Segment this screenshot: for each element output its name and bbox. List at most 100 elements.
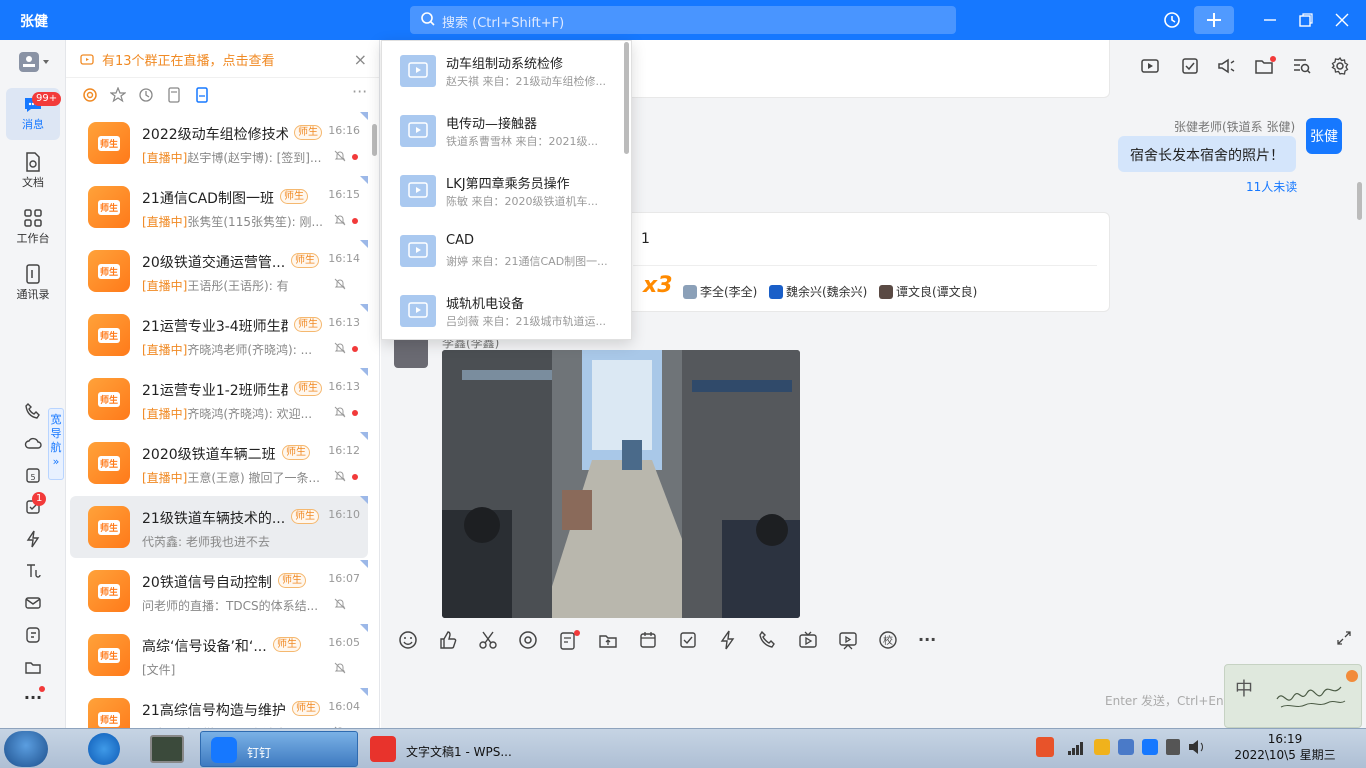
conversation-item[interactable]: 师生 21级铁道车辆技术的... 师生 16:10 代芮鑫: 老师我也进不去 bbox=[70, 496, 368, 558]
taskbar-app-wps[interactable]: 文字文稿1 - WPS... bbox=[364, 731, 518, 767]
school-icon[interactable]: 校 bbox=[878, 630, 898, 654]
message-bubble-right[interactable]: 宿舍长发本宿舍的照片！ bbox=[1118, 136, 1296, 172]
conversation-name: 高综‘信号设备’和‘... bbox=[142, 639, 267, 655]
conversation-item[interactable]: 师生 21运营专业1-2班师生群 师生 16:13 [直播中]齐晓鸿(齐晓鸿): 欢迎.… bbox=[70, 368, 368, 430]
conversation-item[interactable]: 师生 20铁道信号自动控制 师生 16:07 问老师的直播：TDCS的体系结... bbox=[70, 560, 368, 622]
flash-message-icon[interactable] bbox=[718, 630, 738, 654]
rail-item-contacts[interactable]: 通讯录 bbox=[6, 264, 60, 302]
system-clock[interactable]: 16:19 2022\10\5 星期三 bbox=[1232, 731, 1338, 763]
maximize-icon[interactable] bbox=[1292, 6, 1320, 34]
meeting-icon[interactable] bbox=[838, 630, 858, 654]
rail-item-workbench[interactable]: 工作台 bbox=[6, 208, 60, 246]
reactor-1[interactable]: 李全(李全) bbox=[683, 283, 757, 300]
close-icon[interactable] bbox=[1328, 6, 1356, 34]
task-icon[interactable] bbox=[1180, 56, 1200, 80]
live-list-item[interactable]: 动车组制动系统检修 赵天祺 来自：21级动车组检修... bbox=[382, 41, 626, 101]
tray-sogou-icon[interactable] bbox=[1036, 737, 1054, 757]
emoji-icon[interactable] bbox=[398, 630, 418, 654]
dorm-photo-image[interactable] bbox=[442, 350, 800, 618]
pin-corner bbox=[360, 176, 368, 184]
search-icon bbox=[421, 12, 435, 26]
live-list-item[interactable]: 城轨机电设备 吕剑薇 来自：21级城市轨道运... bbox=[382, 281, 626, 339]
live-banner[interactable]: 有13个群正在直播，点击查看 × bbox=[66, 40, 379, 78]
more-icon[interactable]: ··· bbox=[6, 686, 60, 707]
tray-dingtalk-icon[interactable] bbox=[1142, 739, 1158, 755]
doc-filter-icon[interactable] bbox=[166, 87, 182, 103]
thumbs-up-icon[interactable] bbox=[438, 630, 458, 654]
settings-gear-icon[interactable] bbox=[1330, 56, 1350, 80]
conversation-item[interactable]: 师生 2020级铁道车辆二班 师生 16:12 [直播中]王意(王意) 撤回了一条... bbox=[70, 432, 368, 494]
cloud-icon[interactable] bbox=[6, 434, 60, 454]
announce-icon[interactable] bbox=[1216, 56, 1236, 80]
ie-browser-icon[interactable] bbox=[88, 733, 120, 765]
avatar-label: 师生 bbox=[97, 583, 120, 599]
calendar-icon[interactable]: 5 bbox=[6, 466, 60, 486]
conversation-item[interactable]: 师生 20级铁道交通运营管... 师生 16:14 [直播中]王语彤(王语彤): 有 bbox=[70, 240, 368, 302]
tray-app2-icon[interactable] bbox=[1118, 739, 1134, 755]
add-button[interactable] bbox=[1194, 6, 1234, 34]
todo-icon[interactable]: 1 bbox=[6, 492, 60, 518]
live-subtitle: 谢婷 来自：21通信CAD制图一... bbox=[446, 255, 608, 268]
rail-item-docs[interactable]: 文档 bbox=[6, 152, 60, 190]
conversation-scrollbar[interactable] bbox=[372, 124, 377, 156]
svg-text:5: 5 bbox=[30, 473, 35, 482]
flash-icon[interactable] bbox=[6, 530, 60, 550]
avatar-right[interactable]: 张健 bbox=[1306, 118, 1342, 154]
start-button-icon[interactable] bbox=[4, 731, 48, 767]
mention-icon[interactable] bbox=[518, 630, 538, 654]
notes-icon[interactable] bbox=[6, 626, 60, 646]
chat-scrollbar[interactable] bbox=[1357, 182, 1362, 220]
minimize-icon[interactable] bbox=[1256, 6, 1284, 34]
phone-icon[interactable] bbox=[6, 402, 60, 422]
rail-item-messages[interactable]: 消息 99+ bbox=[6, 88, 62, 140]
org-switcher[interactable] bbox=[6, 50, 60, 78]
file-filter-icon[interactable] bbox=[194, 87, 210, 103]
reactor-2[interactable]: 魏余兴(魏余兴) bbox=[769, 283, 867, 300]
scissors-icon[interactable] bbox=[478, 630, 498, 654]
schedule-icon[interactable] bbox=[638, 630, 658, 654]
star-filter-icon[interactable] bbox=[110, 87, 126, 103]
reactor-3[interactable]: 谭文良(谭文良) bbox=[879, 283, 977, 300]
search-box[interactable]: 搜索 (Ctrl+Shift+F) bbox=[410, 6, 956, 34]
tray-volume-icon[interactable] bbox=[1188, 739, 1206, 755]
pin-corner bbox=[360, 368, 368, 376]
mail-icon[interactable] bbox=[6, 594, 60, 614]
monitor-app-icon[interactable] bbox=[150, 735, 184, 763]
checkbox-task-icon[interactable] bbox=[678, 630, 698, 654]
conversation-item[interactable]: 师生 高综‘信号设备’和‘... 师生 16:05 [文件] bbox=[70, 624, 368, 686]
tray-network-icon[interactable] bbox=[1068, 741, 1084, 755]
tools-icon[interactable] bbox=[6, 562, 60, 582]
current-user-name[interactable]: 张健 bbox=[20, 11, 48, 31]
live-stream-icon[interactable] bbox=[798, 630, 818, 654]
live-list-item[interactable]: 电传动—接触器 铁道系曹雪林 来自：2021级... bbox=[382, 101, 626, 161]
doc-add-icon[interactable] bbox=[558, 630, 580, 656]
upload-file-icon[interactable] bbox=[598, 630, 618, 654]
tray-app-icon[interactable] bbox=[1094, 739, 1110, 755]
filter-more-icon[interactable]: ··· bbox=[352, 82, 367, 101]
banner-close-icon[interactable]: × bbox=[354, 50, 367, 69]
ime-toolbar[interactable]: 中 bbox=[1224, 664, 1362, 728]
conversation-item[interactable]: 师生 2022级动车组检修技术 师生 16:16 [直播中]赵宇博(赵宇博): [签到]… bbox=[70, 112, 368, 174]
history-icon[interactable] bbox=[1158, 6, 1186, 34]
group-files-icon[interactable] bbox=[1254, 56, 1276, 80]
unread-count-link[interactable]: 11人未读 bbox=[1246, 178, 1297, 195]
recent-filter-icon[interactable] bbox=[138, 87, 154, 103]
conversation-item[interactable]: 师生 21通信CAD制图一班 师生 16:15 [直播中]张隽笙(115张隽笙): 刚.… bbox=[70, 176, 368, 238]
more-tools-icon[interactable]: ··· bbox=[918, 630, 936, 649]
folder-icon[interactable] bbox=[6, 658, 60, 678]
live-list-item[interactable]: LKJ第四章乘务员操作 陈敏 来自：2020级铁道机车... bbox=[382, 161, 626, 221]
live-list-item[interactable]: CAD 谢婷 来自：21通信CAD制图一... bbox=[382, 221, 626, 281]
ime-mode[interactable]: 中 bbox=[1235, 675, 1253, 701]
live-icon[interactable] bbox=[1140, 56, 1160, 80]
popup-scrollbar[interactable] bbox=[624, 42, 629, 154]
call-icon[interactable] bbox=[758, 630, 778, 654]
conversation-item[interactable]: 师生21高综信号构造与维护师生16:04岳鑫(岳鑫) 撤回了一条消息 bbox=[70, 688, 368, 728]
tray-usb-icon[interactable] bbox=[1166, 739, 1180, 755]
conversation-item[interactable]: 师生 21运营专业3-4班师生群 师生 16:13 [直播中]齐晓鸿老师(齐晓鸿): .… bbox=[70, 304, 368, 366]
avatar-label: 师生 bbox=[97, 391, 120, 407]
expand-icon[interactable] bbox=[1336, 630, 1352, 650]
mention-filter-icon[interactable] bbox=[82, 87, 98, 103]
taskbar-app-dingtalk[interactable]: 钉钉 bbox=[200, 731, 358, 767]
search-history-icon[interactable] bbox=[1292, 56, 1312, 80]
live-subtitle: 赵天祺 来自：21级动车组检修... bbox=[446, 75, 606, 88]
